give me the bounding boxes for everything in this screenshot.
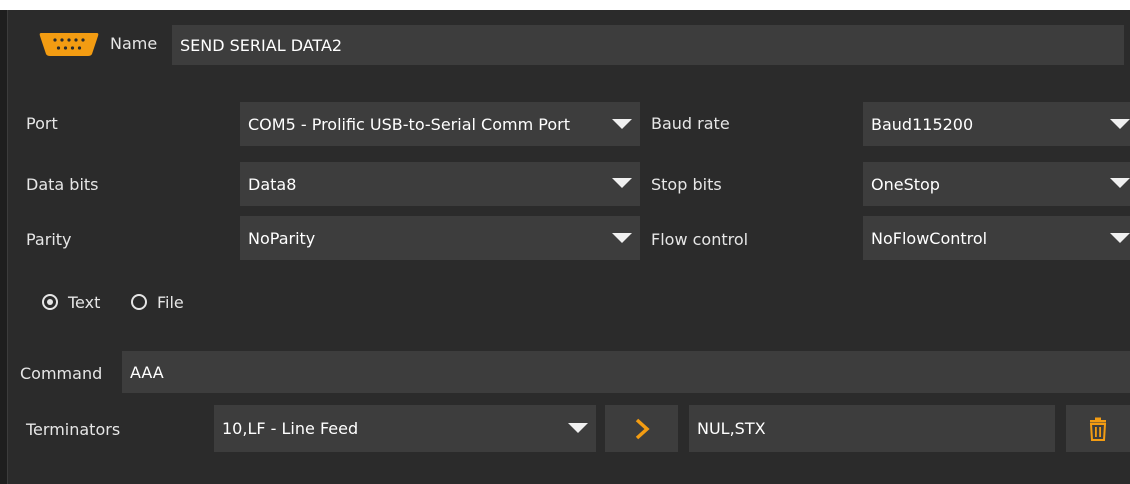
data-bits-label: Data bits [26,175,99,194]
data-bits-select-value: Data8 [248,174,297,194]
stop-bits-label: Stop bits [651,175,722,194]
port-chevron-down-icon[interactable] [612,119,632,129]
terminators-chevron-down-icon[interactable] [568,423,588,433]
terminators-label: Terminators [26,420,121,439]
flow-control-select-value: NoFlowControl [871,228,988,248]
trash-icon [1089,417,1107,441]
terminators-select-value: 10,LF - Line Feed [222,419,359,438]
parity-select[interactable]: NoParity [240,216,640,260]
left-edge [0,10,8,484]
window-top-strip [0,0,1130,10]
command-input[interactable]: AAA [122,351,1130,393]
text-radio-selected-dot [47,299,53,305]
parity-label: Parity [26,230,72,249]
terminators-list-field[interactable]: NUL,STX [689,405,1055,452]
text-radio[interactable] [42,294,58,310]
add-terminator-button[interactable] [605,405,678,452]
terminators-select[interactable]: 10,LF - Line Feed [214,405,596,452]
port-select-value: COM5 - Prolific USB-to-Serial Comm Port [248,114,570,134]
stop-bits-select[interactable]: OneStop [863,162,1130,206]
baud-rate-select-value: Baud115200 [871,114,974,134]
port-label: Port [26,114,58,133]
parity-select-value: NoParity [248,228,316,248]
flow-control-select[interactable]: NoFlowControl [863,216,1130,260]
text-radio-label[interactable]: Text [68,293,100,312]
data-bits-chevron-down-icon[interactable] [612,178,632,188]
name-input[interactable]: SEND SERIAL DATA2 [172,25,1124,65]
stop-bits-select-value: OneStop [871,174,940,194]
baud-rate-label: Baud rate [651,114,730,133]
stop-bits-chevron-down-icon[interactable] [1110,178,1130,188]
file-radio-label[interactable]: File [157,293,184,312]
command-label: Command [20,364,103,383]
flow-control-chevron-down-icon[interactable] [1110,233,1130,243]
name-label: Name [110,34,158,53]
baud-rate-select[interactable]: Baud115200 [863,102,1130,146]
file-radio[interactable] [131,294,147,310]
parity-chevron-down-icon[interactable] [612,233,632,243]
data-bits-select[interactable]: Data8 [240,162,640,206]
port-select[interactable]: COM5 - Prolific USB-to-Serial Comm Port [240,102,640,146]
chevron-right-icon [635,418,650,439]
serial-port-icon [38,31,100,57]
delete-terminator-button[interactable] [1066,405,1130,452]
flow-control-label: Flow control [651,230,749,249]
baud-rate-chevron-down-icon[interactable] [1110,119,1130,129]
